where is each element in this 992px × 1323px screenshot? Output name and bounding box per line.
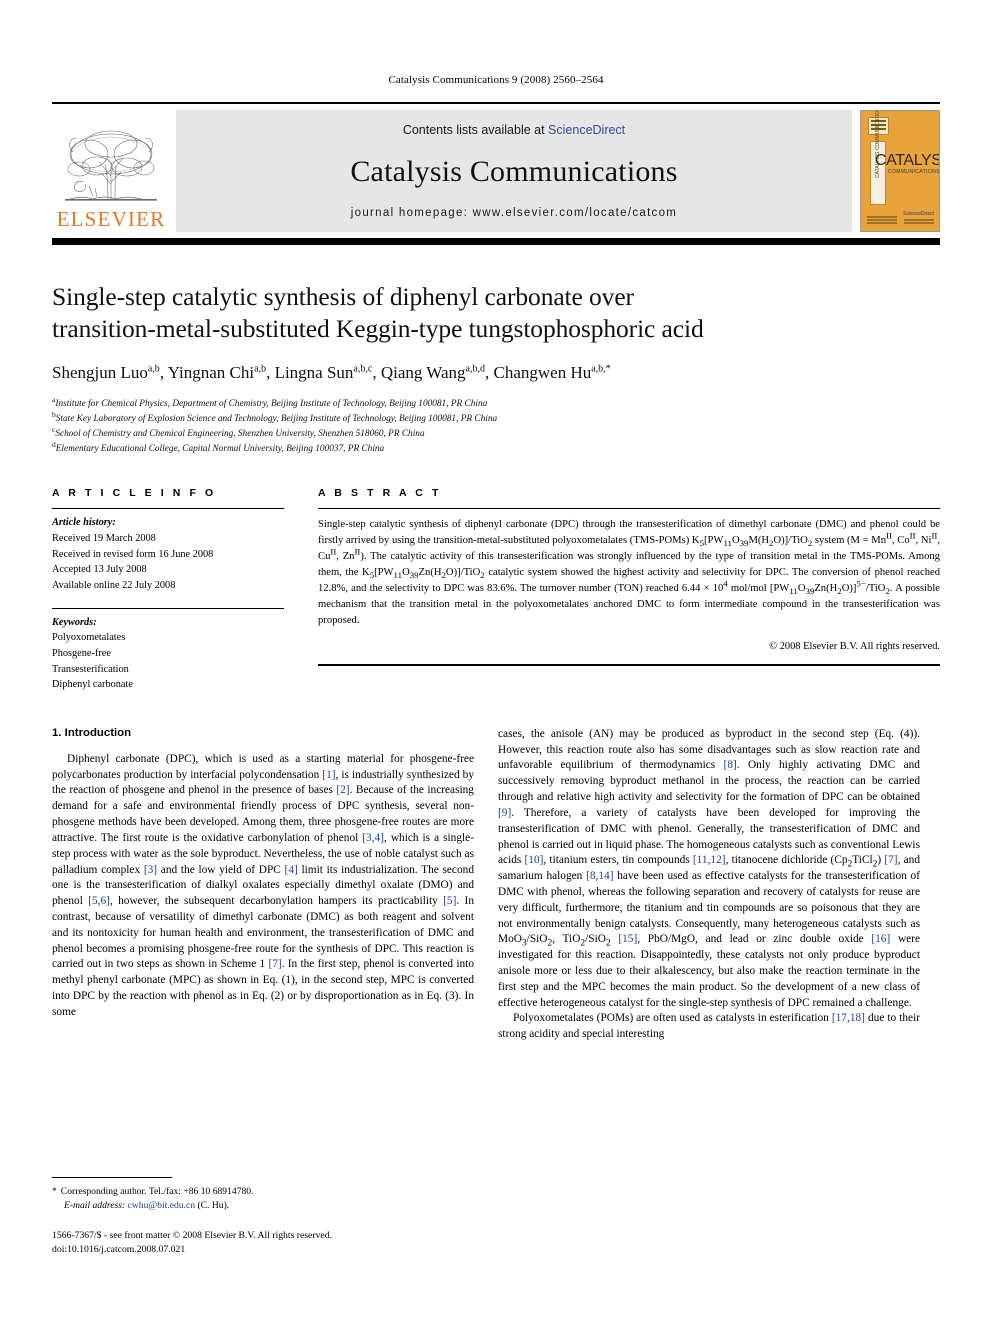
email-note: E-mail address: cwhu@bit.edu.cn (C. Hu).: [52, 1199, 474, 1213]
elsevier-wordmark: ELSEVIER: [56, 207, 166, 231]
article-title-line-2: transition-metal-substituted Keggin-type…: [52, 314, 704, 344]
affiliation-item: bState Key Laboratory of Explosion Scien…: [52, 411, 940, 427]
abstract-bottom-rule: [318, 663, 940, 666]
corresponding-author-text: Corresponding author. Tel./fax: +86 10 6…: [60, 1185, 254, 1197]
author-affil-marker: a,b,*: [591, 363, 611, 375]
section-heading-introduction: 1. Introduction: [52, 726, 132, 739]
author-affil-marker: a,b,c: [353, 363, 373, 375]
info-abstract-region: A R T I C L E I N F O Article history: R…: [52, 487, 940, 692]
intro-paragraph-1-continued: cases, the anisole (AN) may be produced …: [498, 727, 920, 1009]
abstract-text: Single-step catalytic synthesis of diphe…: [318, 519, 940, 626]
affiliation-item: aInstitute for Chemical Physics, Departm…: [52, 396, 940, 412]
title-block: Single-step catalytic synthesis of diphe…: [52, 281, 940, 457]
journal-homepage-link[interactable]: journal homepage: www.elsevier.com/locat…: [351, 207, 677, 219]
author-list: Shengjun Luoa,b, Yingnan Chia,b, Lingna …: [52, 363, 940, 383]
issn-line: 1566-7367/$ - see front matter © 2008 El…: [52, 1230, 332, 1242]
journal-title: Catalysis Communications: [350, 155, 678, 188]
email-label: E-mail address:: [64, 1199, 126, 1211]
affiliation-list: aInstitute for Chemical Physics, Departm…: [52, 396, 940, 457]
footnote-rule: [52, 1176, 172, 1178]
author-name: Qiang Wang: [380, 363, 466, 383]
paper-page: Catalysis Communications 9 (2008) 2560–2…: [0, 0, 992, 1323]
elsevier-logo: ELSEVIER: [52, 110, 170, 232]
author-separator: ,: [266, 363, 275, 383]
author-affil-marker: a,b: [147, 363, 160, 375]
cover-subtitle: COMMUNICATIONS: [888, 169, 940, 175]
doi-line: doi:10.1016/j.catcom.2008.07.021: [52, 1244, 186, 1256]
history-item: Accepted 13 July 2008: [52, 564, 147, 576]
cover-title: CATALYSIS: [875, 152, 939, 169]
author-name: Changwen Hu: [493, 363, 592, 383]
cover-spine-strip: CATALYSIS COMMUNICATIONS: [870, 111, 886, 205]
journal-masthead: ELSEVIER Contents lists available at Sci…: [52, 102, 940, 232]
keyword-item: Diphenyl carbonate: [52, 679, 133, 691]
masthead-banner: Contents lists available at ScienceDirec…: [176, 110, 852, 232]
affiliation-text: Elementary Educational College, Capital …: [55, 444, 385, 455]
abstract-copyright: © 2008 Elsevier B.V. All rights reserved…: [769, 640, 940, 652]
author: Shengjun Luoa,b: [52, 363, 160, 382]
body-column-right: cases, the anisole (AN) may be produced …: [498, 727, 920, 1257]
abstract-heading: A B S T R A C T: [318, 487, 442, 500]
history-item: Received in revised form 16 June 2008: [52, 548, 214, 560]
email-suffix: (C. Hu).: [195, 1199, 230, 1211]
email-link[interactable]: cwhu@bit.edu.cn: [128, 1200, 195, 1211]
keyword-item: Polyoxometalates: [52, 632, 126, 644]
issn-copyright-block: 1566-7367/$ - see front matter © 2008 El…: [52, 1229, 474, 1257]
keywords-label: Keywords:: [52, 616, 97, 628]
corresponding-author-note: * Corresponding author. Tel./fax: +86 10 …: [52, 1185, 474, 1214]
author: Qiang Wanga,b,d: [381, 363, 485, 382]
history-item: Received 19 March 2008: [52, 533, 156, 545]
keywords-group: Keywords: Polyoxometalates Phosgene-free…: [52, 609, 284, 693]
author-name: Shengjun Luo: [52, 363, 148, 383]
page-title: Single-step catalytic synthesis of diphe…: [52, 281, 940, 345]
author: Yingnan Chia,b: [168, 363, 266, 382]
article-info-heading: A R T I C L E I N F O: [52, 487, 217, 500]
contents-available-line: Contents lists available at ScienceDirec…: [403, 123, 625, 137]
elsevier-tree-icon: [65, 130, 157, 201]
body-column-left: 1. Introduction Diphenyl carbonate (DPC)…: [52, 727, 474, 1257]
affiliation-text: Institute for Chemical Physics, Departme…: [55, 399, 488, 410]
contents-prefix: Contents lists available at: [402, 123, 549, 137]
cover-footer-right-lines: [904, 219, 934, 225]
intro-paragraph-1: Diphenyl carbonate (DPC), which is used …: [52, 752, 474, 1018]
footnote-star-marker: *: [52, 1185, 57, 1197]
intro-paragraph-2: Polyoxometalates (POMs) are often used a…: [498, 1012, 920, 1041]
author-affil-marker: a,b: [254, 363, 267, 375]
running-head: Catalysis Communications 9 (2008) 2560–2…: [388, 74, 604, 86]
keyword-item: Transesterification: [52, 663, 129, 675]
author-separator: ,: [372, 363, 381, 383]
body-columns: 1. Introduction Diphenyl carbonate (DPC)…: [52, 727, 940, 1257]
author-name: Yingnan Chi: [167, 363, 255, 383]
history-item: Available online 22 July 2008: [52, 580, 176, 591]
author-separator: ,: [159, 363, 168, 383]
masthead-black-bar: [52, 238, 940, 245]
author: Changwen Hua,b,*: [493, 363, 610, 382]
affiliation-item: cSchool of Chemistry and Chemical Engine…: [52, 426, 940, 442]
keyword-item: Phosgene-free: [52, 647, 111, 659]
author-affil-marker: a,b,d: [465, 363, 485, 375]
article-history-group: Article history: Received 19 March 2008 …: [52, 509, 284, 593]
footnote-region: * Corresponding author. Tel./fax: +86 10 …: [52, 1176, 474, 1257]
author-name: Lingna Sun: [274, 363, 354, 383]
affiliation-item: dElementary Educational College, Capital…: [52, 441, 940, 457]
affiliation-text: State Key Laboratory of Explosion Scienc…: [55, 414, 498, 425]
affiliation-text: School of Chemistry and Chemical Enginee…: [55, 429, 425, 440]
journal-cover-thumbnail: CATALYSIS COMMUNICATIONS CATALYSIS COMMU…: [860, 110, 940, 232]
article-info-column: A R T I C L E I N F O Article history: R…: [52, 487, 284, 692]
article-title-line-1: Single-step catalytic synthesis of diphe…: [52, 282, 634, 311]
article-history-label: Article history:: [52, 517, 116, 529]
cover-footer-left-lines: [867, 216, 897, 225]
author: Lingna Suna,b,c: [275, 363, 373, 382]
sciencedirect-link[interactable]: ScienceDirect: [548, 123, 625, 137]
abstract-column: A B S T R A C T Single-step catalytic sy…: [318, 487, 940, 692]
cover-sciencedirect-label: ScienceDirect: [903, 211, 934, 217]
